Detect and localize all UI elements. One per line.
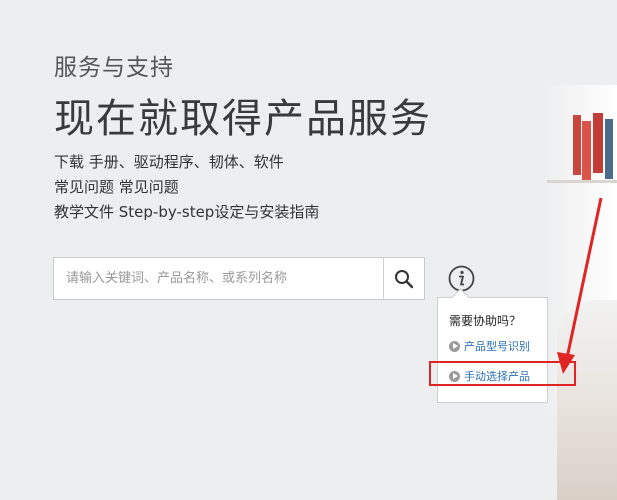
shelf: [547, 180, 617, 183]
search-icon: [395, 269, 414, 288]
help-popover: 需要协助吗？ 产品型号识别 手动选择产品: [437, 288, 548, 403]
help-info-button[interactable]: [448, 265, 475, 292]
play-bullet-icon: [449, 340, 460, 352]
book-spine: [573, 115, 581, 175]
page-title: 现在就取得产品服务: [54, 96, 432, 142]
feature-downloads: 下载 手册、驱动程序、韧体、软件: [54, 153, 284, 171]
feature-faq: 常见问题 常见问题: [54, 178, 179, 196]
feature-tutorials: 教学文件 Step-by-step设定与安装指南: [54, 203, 320, 221]
link-identify-model-label: 产品型号识别: [464, 340, 530, 353]
person-photo: [557, 300, 617, 500]
book-spine: [582, 121, 591, 181]
feature-list: 下载 手册、驱动程序、韧体、软件 常见问题 常见问题 教学文件 Step-by-…: [54, 150, 319, 225]
book-spine: [605, 119, 613, 179]
search-input[interactable]: [54, 258, 384, 299]
help-title: 需要协助吗？: [449, 314, 522, 328]
link-identify-model[interactable]: 产品型号识别: [449, 338, 530, 354]
book-spine: [593, 113, 603, 173]
search-button[interactable]: [383, 258, 424, 299]
search-box: [53, 257, 425, 300]
info-icon: [448, 265, 475, 292]
annotation-highlight-box: [429, 361, 576, 386]
page-subtitle: 服务与支持: [54, 55, 174, 81]
